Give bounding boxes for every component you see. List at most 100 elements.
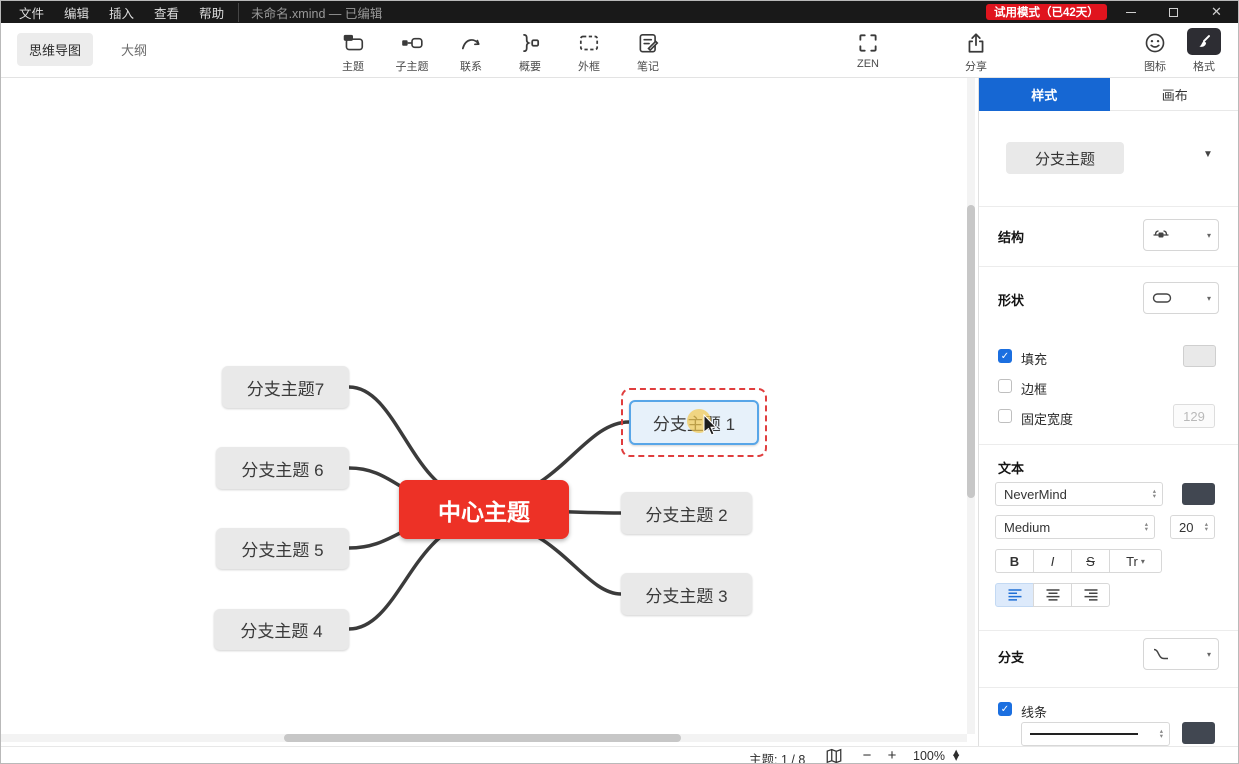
minimize-icon [1125, 11, 1136, 13]
maximize-icon [1169, 7, 1178, 17]
xmind-window: 文件 编辑 插入 查看 帮助 未命名.xmind — 已编辑 试用模式（已42天… [0, 0, 1239, 764]
text-style-group: B I S Tr ▾ [995, 549, 1162, 573]
italic-button[interactable]: I [1033, 549, 1072, 573]
mouse-cursor [687, 409, 718, 436]
tab-style[interactable]: 样式 [979, 78, 1110, 111]
subtopic-icon [383, 28, 441, 55]
stepper-icon: ▴ ▾ [1144, 521, 1148, 533]
divider [979, 630, 1238, 631]
minimize-button[interactable] [1109, 1, 1152, 23]
boundary-button[interactable]: 外框 [560, 28, 618, 74]
branch-topic-3[interactable]: 分支主题 3 [621, 573, 752, 615]
zen-mode-icon [839, 28, 897, 55]
fill-checkbox[interactable]: ✓ [998, 349, 1012, 363]
format-button[interactable]: 格式 [1175, 28, 1233, 74]
branch-topic-7[interactable]: 分支主题7 [222, 366, 349, 408]
boundary-icon [560, 28, 618, 55]
trial-badge[interactable]: 试用模式（已42天） [986, 4, 1107, 20]
subtopic-button[interactable]: 子主题 [383, 28, 441, 74]
fill-color-swatch[interactable] [1183, 345, 1216, 367]
shape-select[interactable]: ▾ [1143, 282, 1219, 314]
branch-topic-2[interactable]: 分支主题 2 [621, 492, 752, 534]
menu-help[interactable]: 帮助 [189, 1, 234, 23]
align-left-button[interactable] [995, 583, 1034, 607]
zoom-out-button[interactable]: − [859, 747, 875, 763]
shape-label: 形状 [998, 293, 1025, 308]
mindmap-canvas[interactable]: 中心主题 分支主题 1 分支主题 2 分支主题 3 分支主题 4 分支主题 5 … [1, 78, 978, 746]
line-style-select[interactable]: ▴ ▾ [1021, 722, 1170, 746]
topic-type-dropdown[interactable]: 分支主题 [1006, 142, 1124, 174]
central-topic[interactable]: 中心主题 [399, 480, 569, 539]
menu-edit[interactable]: 编辑 [54, 1, 99, 23]
fixed-width-input[interactable] [1173, 404, 1215, 428]
tab-canvas[interactable]: 画布 [1109, 78, 1238, 111]
line-style-preview [1030, 733, 1138, 735]
map-overview-icon[interactable] [825, 747, 843, 764]
line-label: 线条 [1021, 705, 1048, 720]
fixed-width-checkbox[interactable] [998, 409, 1012, 423]
divider [979, 206, 1238, 207]
branch-edges [347, 385, 631, 631]
vertical-scrollbar[interactable] [967, 78, 975, 734]
panel-tabs: 样式 画布 [979, 78, 1238, 111]
tab-outline[interactable]: 大纲 [121, 40, 147, 59]
strikethrough-button[interactable]: S [1071, 549, 1110, 573]
zoom-stepper[interactable]: ▴ ▾ [953, 746, 959, 763]
chevron-down-icon: ▾ [1140, 556, 1145, 566]
chevron-down-icon: ▾ [1206, 230, 1211, 240]
branch-curve-icon [1153, 648, 1168, 660]
menu-file[interactable]: 文件 [9, 1, 54, 23]
stepper-icon: ▴ ▾ [1204, 521, 1208, 533]
font-color-swatch[interactable] [1182, 483, 1215, 505]
alignment-group [995, 583, 1110, 607]
chevron-down-icon: ▾ [1206, 293, 1211, 303]
topic-button[interactable]: 主题 [324, 28, 382, 74]
titlebar: 文件 编辑 插入 查看 帮助 未命名.xmind — 已编辑 试用模式（已42天… [1, 1, 1238, 23]
branch-style-select[interactable]: ▾ [1143, 638, 1219, 670]
horizontal-scrollbar[interactable] [1, 734, 967, 742]
vertical-scrollbar-thumb[interactable] [967, 205, 975, 498]
align-center-button[interactable] [1033, 583, 1072, 607]
menu-insert[interactable]: 插入 [99, 1, 144, 23]
toolbar: 思维导图 大纲 主题 子主题 联系 概要 外框 笔记 ZEN 分享 图标 格式 [1, 23, 1238, 78]
branch-topic-6[interactable]: 分支主题 6 [216, 447, 349, 489]
zoom-in-button[interactable]: + [884, 747, 900, 763]
rounded-rect-shape-icon [1152, 293, 1172, 303]
align-right-icon [1084, 589, 1097, 601]
structure-map-icon [1153, 230, 1169, 238]
border-checkbox[interactable] [998, 379, 1012, 393]
font-weight-select[interactable]: Medium ▴ ▾ [995, 515, 1155, 539]
close-icon: ✕ [1211, 4, 1222, 19]
line-color-swatch[interactable] [1182, 722, 1215, 744]
align-right-button[interactable] [1071, 583, 1110, 607]
share-button[interactable]: 分享 [947, 28, 1005, 74]
notes-icon [619, 28, 677, 55]
text-section-label: 文本 [998, 461, 1025, 476]
close-button[interactable]: ✕ [1195, 1, 1238, 23]
format-panel: 样式 画布 分支主题 ▼ 结构 ▾ 形状 ▾ ✓ 填充 边框 固定宽度 文本 N… [978, 78, 1238, 746]
menu-view[interactable]: 查看 [144, 1, 189, 23]
fixed-width-label: 固定宽度 [1021, 412, 1074, 427]
summary-button[interactable]: 概要 [501, 28, 559, 74]
structure-select[interactable]: ▾ [1143, 219, 1219, 251]
line-checkbox[interactable]: ✓ [998, 702, 1012, 716]
chevron-down-icon: ▾ [1206, 649, 1211, 659]
align-center-icon [1046, 589, 1059, 601]
zen-mode-button[interactable]: ZEN [839, 28, 897, 70]
text-transform-button[interactable]: Tr ▾ [1109, 549, 1162, 573]
divider [979, 444, 1238, 445]
maximize-button[interactable] [1152, 1, 1195, 23]
font-family-select[interactable]: NeverMind ▴ ▾ [995, 482, 1163, 506]
branch-topic-5[interactable]: 分支主题 5 [216, 528, 349, 569]
bold-button[interactable]: B [995, 549, 1034, 573]
branch-topic-4[interactable]: 分支主题 4 [214, 609, 349, 650]
tab-mindmap[interactable]: 思维导图 [17, 33, 94, 66]
relationship-icon [442, 28, 500, 55]
topic-type-caret-icon[interactable]: ▼ [1203, 149, 1213, 160]
relationship-button[interactable]: 联系 [442, 28, 500, 74]
check-icon: ✓ [1000, 703, 1010, 715]
notes-button[interactable]: 笔记 [619, 28, 677, 74]
font-size-select[interactable]: 20 ▴ ▾ [1170, 515, 1215, 539]
divider [979, 266, 1238, 267]
horizontal-scrollbar-thumb[interactable] [284, 734, 681, 742]
